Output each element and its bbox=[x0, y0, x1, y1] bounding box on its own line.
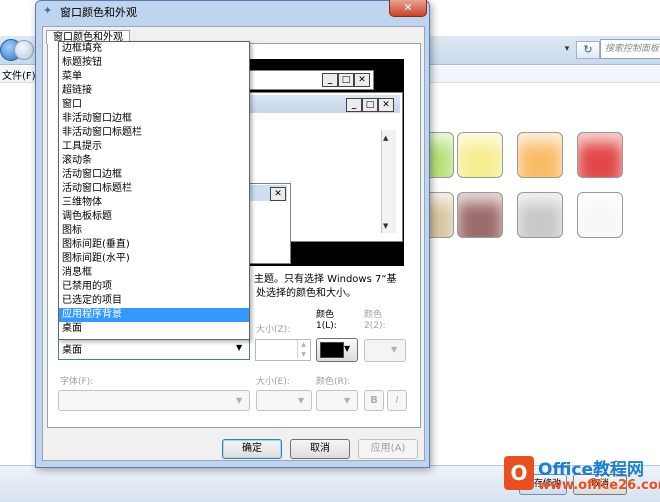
list-item[interactable]: 图标间距(垂直) bbox=[59, 238, 249, 252]
color1-label: 颜色 bbox=[316, 310, 335, 320]
bold-button[interactable]: B bbox=[364, 390, 384, 411]
item-dropdown-list[interactable]: 边框填充 标题按钮 菜单 超链接 窗口 非活动窗口边框 非活动窗口标题栏 工具提示 滚动条 活动窗… bbox=[58, 41, 250, 340]
list-item[interactable]: 已选定的项目 bbox=[59, 294, 249, 308]
chevron-down-icon: ▼ bbox=[236, 396, 243, 405]
apply-button[interactable]: 应用(A) bbox=[358, 439, 418, 459]
color-swatch[interactable] bbox=[457, 132, 503, 178]
watermark-line-2: www.office26.com bbox=[538, 478, 660, 493]
color-swatch[interactable] bbox=[577, 132, 623, 178]
list-item[interactable]: 非活动窗口标题栏 bbox=[59, 126, 249, 140]
font-size-label: 大小(E): bbox=[256, 377, 290, 387]
list-item[interactable]: 活动窗口标题栏 bbox=[59, 182, 249, 196]
item-select-value: 桌面 bbox=[62, 345, 82, 356]
color-swatch[interactable] bbox=[517, 132, 563, 178]
chevron-down-icon: ▼ bbox=[344, 344, 351, 353]
close-icon: ✕ bbox=[378, 98, 394, 112]
description-line-2: 处选择的颜色和大小。 bbox=[256, 288, 356, 299]
list-item[interactable]: 消息框 bbox=[59, 266, 249, 280]
list-item[interactable]: 非活动窗口边框 bbox=[59, 112, 249, 126]
watermark: O Office教程网 www.office26.com bbox=[498, 450, 660, 501]
font-label: 字体(F): bbox=[60, 377, 94, 387]
list-item[interactable]: 窗口 bbox=[59, 98, 249, 112]
spin-down-icon[interactable]: ▼ bbox=[297, 350, 309, 359]
search-placeholder: 搜索控制面板 bbox=[605, 44, 660, 54]
refresh-button[interactable]: ↻ bbox=[576, 41, 600, 59]
color2-label-key: 2(2): bbox=[364, 321, 386, 331]
dialog-title: 窗口颜色和外观 bbox=[60, 6, 137, 19]
color1-label-key: 1(L): bbox=[316, 321, 337, 331]
maximize-icon: □ bbox=[362, 98, 378, 112]
minimize-icon: _ bbox=[322, 73, 338, 87]
search-input[interactable]: 搜索控制面板 bbox=[600, 39, 660, 59]
item-select[interactable] bbox=[58, 338, 250, 360]
chevron-down-icon: ▼ bbox=[391, 345, 398, 354]
font-color-picker[interactable] bbox=[316, 390, 358, 411]
list-item[interactable]: 菜单 bbox=[59, 70, 249, 84]
chevron-down-icon: ▼ bbox=[298, 396, 305, 405]
spin-up-icon[interactable]: ▲ bbox=[297, 340, 309, 349]
preview-scrollbar bbox=[381, 130, 396, 233]
list-item[interactable]: 应用程序背景 bbox=[59, 308, 249, 322]
dialog-app-icon: ✦ bbox=[43, 4, 53, 17]
address-dropdown-icon[interactable]: ▾ bbox=[560, 41, 574, 57]
close-icon: ✕ bbox=[270, 187, 286, 201]
ok-button[interactable]: 确定 bbox=[222, 439, 282, 459]
font-color-label: 颜色(R): bbox=[316, 377, 351, 387]
scroll-up-icon: ▲ bbox=[383, 134, 389, 142]
list-item[interactable]: 图标 bbox=[59, 224, 249, 238]
list-item[interactable]: 活动窗口边框 bbox=[59, 168, 249, 182]
color-swatch[interactable] bbox=[457, 192, 503, 238]
chevron-down-icon: ▼ bbox=[344, 396, 351, 405]
maximize-icon: □ bbox=[338, 73, 354, 87]
list-item[interactable]: 三维物体 bbox=[59, 196, 249, 210]
list-item[interactable]: 图标间距(水平) bbox=[59, 252, 249, 266]
office-logo-icon: O bbox=[504, 456, 534, 490]
forward-button[interactable] bbox=[14, 40, 34, 60]
close-button[interactable]: ✕ bbox=[389, 0, 427, 17]
font-select[interactable] bbox=[58, 390, 250, 411]
color2-picker[interactable] bbox=[364, 339, 406, 362]
chevron-down-icon: ▼ bbox=[236, 343, 243, 352]
cancel-button[interactable]: 取消 bbox=[290, 439, 350, 459]
color2-label: 颜色 bbox=[364, 310, 383, 320]
italic-button[interactable]: I bbox=[387, 390, 407, 411]
minimize-icon: _ bbox=[346, 98, 362, 112]
list-item[interactable]: 边框填充 bbox=[59, 42, 249, 56]
scroll-down-icon: ▼ bbox=[383, 222, 389, 230]
list-item[interactable]: 桌面 bbox=[59, 322, 249, 336]
list-item[interactable]: 超链接 bbox=[59, 84, 249, 98]
list-item[interactable]: 调色板标题 bbox=[59, 210, 249, 224]
list-item[interactable]: 滚动条 bbox=[59, 154, 249, 168]
description-line-1: 主题。只有选择 Windows 7“基 bbox=[254, 274, 397, 285]
close-icon: ✕ bbox=[354, 73, 370, 87]
list-item[interactable]: 工具提示 bbox=[59, 140, 249, 154]
menu-file[interactable]: 文件(F) bbox=[2, 67, 36, 82]
color-swatch[interactable] bbox=[577, 192, 623, 238]
watermark-line-1: Office教程网 bbox=[538, 460, 645, 480]
item-size-label: 大小(Z): bbox=[256, 325, 291, 335]
color-swatch[interactable] bbox=[517, 192, 563, 238]
list-item[interactable]: 已禁用的项 bbox=[59, 280, 249, 294]
list-item[interactable]: 标题按钮 bbox=[59, 56, 249, 70]
color1-chip bbox=[320, 342, 344, 358]
